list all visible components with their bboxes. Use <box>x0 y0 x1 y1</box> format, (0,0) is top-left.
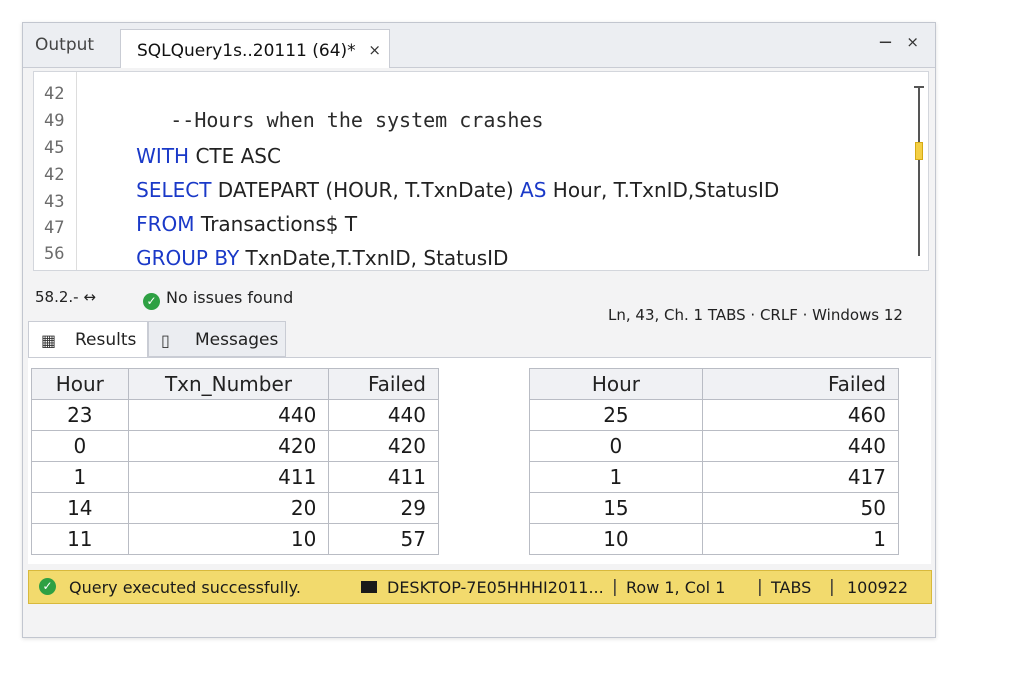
vertical-scrollbar[interactable] <box>918 88 920 256</box>
line-number-gutter: 42 49 45 42 43 47 56 <box>34 72 77 270</box>
line-number: 42 <box>44 84 65 104</box>
table-row[interactable]: 15 50 <box>529 492 900 524</box>
line-number: 43 <box>44 192 65 212</box>
code-line-group-by: GROUP BY TxnDate,T.TxnID, StatusID <box>98 222 508 294</box>
table-row[interactable]: 23 440 440 <box>31 399 439 431</box>
tab-messages-label: Messages <box>195 330 279 350</box>
cursor-position-info: Ln, 43, Ch. 1 TABS · CRLF · Windows 12 <box>608 306 903 324</box>
tab-sql-query-label: SQLQuery1s..20111 (64)* <box>137 41 356 61</box>
cell-failed[interactable]: 417 <box>701 461 900 493</box>
table-row[interactable]: 10 1 <box>529 523 900 555</box>
cell-txn-number[interactable]: 411 <box>127 461 330 493</box>
line-number: 45 <box>44 138 65 158</box>
row-col-indicator: Row 1, Col 1 <box>626 578 726 597</box>
cell-hour[interactable]: 0 <box>529 430 703 462</box>
line-number: 47 <box>44 218 65 238</box>
tab-results-label: Results <box>75 330 137 350</box>
results-pane: Hour Txn_Number Failed 23 440 440 0 420 420 … <box>28 357 931 564</box>
cell-failed[interactable]: 460 <box>701 399 900 431</box>
pin-icon[interactable]: ⨯ <box>906 33 919 51</box>
tab-output[interactable]: Output <box>35 35 94 55</box>
grid-header-row: Hour Failed <box>529 368 900 400</box>
code-keyword: AS <box>520 178 547 202</box>
cell-failed[interactable]: 50 <box>701 492 900 524</box>
code-text: TxnDate,T.TxnID, StatusID <box>239 246 509 270</box>
table-row[interactable]: 11 10 57 <box>31 523 439 555</box>
column-header[interactable]: Failed <box>328 368 439 400</box>
results-grid-1[interactable]: Hour Txn_Number Failed 23 440 440 0 420 420 … <box>31 368 439 555</box>
table-row[interactable]: 25 460 <box>529 399 900 431</box>
column-header[interactable]: Failed <box>701 368 900 400</box>
cell-hour[interactable]: 0 <box>31 430 129 462</box>
line-number: 49 <box>44 111 65 131</box>
cell-failed[interactable]: 420 <box>328 430 439 462</box>
code-text: Hour, T.TxnID,StatusID <box>546 178 780 202</box>
cell-hour[interactable]: 10 <box>529 523 703 555</box>
cell-failed[interactable]: 440 <box>328 399 439 431</box>
check-circle-icon: ✓ <box>143 293 160 310</box>
cell-hour[interactable]: 14 <box>31 492 129 524</box>
cell-failed[interactable]: 440 <box>701 430 900 462</box>
cell-txn-number[interactable]: 440 <box>127 399 330 431</box>
rows-count: 100922 <box>847 578 909 597</box>
table-row[interactable]: 14 20 29 <box>31 492 439 524</box>
line-number: 56 <box>44 244 65 264</box>
zoom-level[interactable]: 58.2.- ↔ <box>35 288 96 306</box>
tab-results[interactable]: ▦ Results <box>28 321 148 357</box>
sql-editor[interactable]: 42 49 45 42 43 47 56 --Hours when the sy… <box>33 71 929 271</box>
table-row[interactable]: 1 417 <box>529 461 900 493</box>
scrollbar-thumb[interactable] <box>915 142 923 160</box>
table-row[interactable]: 1 411 411 <box>31 461 439 493</box>
grid-header-row: Hour Txn_Number Failed <box>31 368 439 400</box>
line-number: 42 <box>44 165 65 185</box>
issues-text: No issues found <box>166 288 294 307</box>
server-name: DESKTOP-7E05HHHI2011... <box>361 578 604 597</box>
cell-txn-number[interactable]: 420 <box>127 430 330 462</box>
cell-hour[interactable]: 1 <box>31 461 129 493</box>
table-row[interactable]: 0 440 <box>529 430 900 462</box>
status-separator: | <box>829 577 835 597</box>
cell-failed[interactable]: 411 <box>328 461 439 493</box>
cell-hour[interactable]: 11 <box>31 523 129 555</box>
cell-failed[interactable]: 1 <box>701 523 900 555</box>
cell-failed[interactable]: 57 <box>328 523 439 555</box>
grid-icon: ▦ <box>41 331 57 350</box>
status-separator: | <box>612 577 618 597</box>
cell-hour[interactable]: 23 <box>31 399 129 431</box>
close-icon[interactable]: × <box>368 41 381 59</box>
column-header[interactable]: Hour <box>31 368 129 400</box>
table-row[interactable]: 0 420 420 <box>31 430 439 462</box>
status-message: Query executed successfully. <box>69 578 301 597</box>
messages-icon: ▯ <box>161 331 170 350</box>
tab-strip: Output SQLQuery1s..20111 (64)* × − ⨯ <box>23 23 935 68</box>
cell-txn-number[interactable]: 10 <box>127 523 330 555</box>
query-window: Output SQLQuery1s..20111 (64)* × − ⨯ 42 … <box>22 22 936 638</box>
column-header[interactable]: Hour <box>529 368 703 400</box>
status-separator: | <box>757 577 763 597</box>
cell-hour[interactable]: 15 <box>529 492 703 524</box>
cell-hour[interactable]: 1 <box>529 461 703 493</box>
issues-indicator: ✓ No issues found <box>143 288 293 310</box>
tabs-indicator: TABS <box>771 578 812 597</box>
tab-sql-query[interactable]: SQLQuery1s..20111 (64)* × <box>120 29 390 68</box>
cell-txn-number[interactable]: 20 <box>127 492 330 524</box>
server-name-text: DESKTOP-7E05HHHI2011... <box>387 578 604 597</box>
code-keyword: GROUP BY <box>136 246 240 270</box>
cell-hour[interactable]: 25 <box>529 399 703 431</box>
results-grid-2[interactable]: Hour Failed 25 460 0 440 1 417 15 50 10 1 <box>529 368 900 555</box>
check-circle-icon: ✓ <box>39 578 56 595</box>
cell-failed[interactable]: 29 <box>328 492 439 524</box>
query-status-bar: ✓ Query executed successfully. DESKTOP-7… <box>28 570 932 604</box>
server-icon <box>361 581 377 593</box>
column-header[interactable]: Txn_Number <box>127 368 330 400</box>
tab-messages[interactable]: ▯ Messages <box>148 321 286 357</box>
minimize-icon[interactable]: − <box>878 32 893 53</box>
